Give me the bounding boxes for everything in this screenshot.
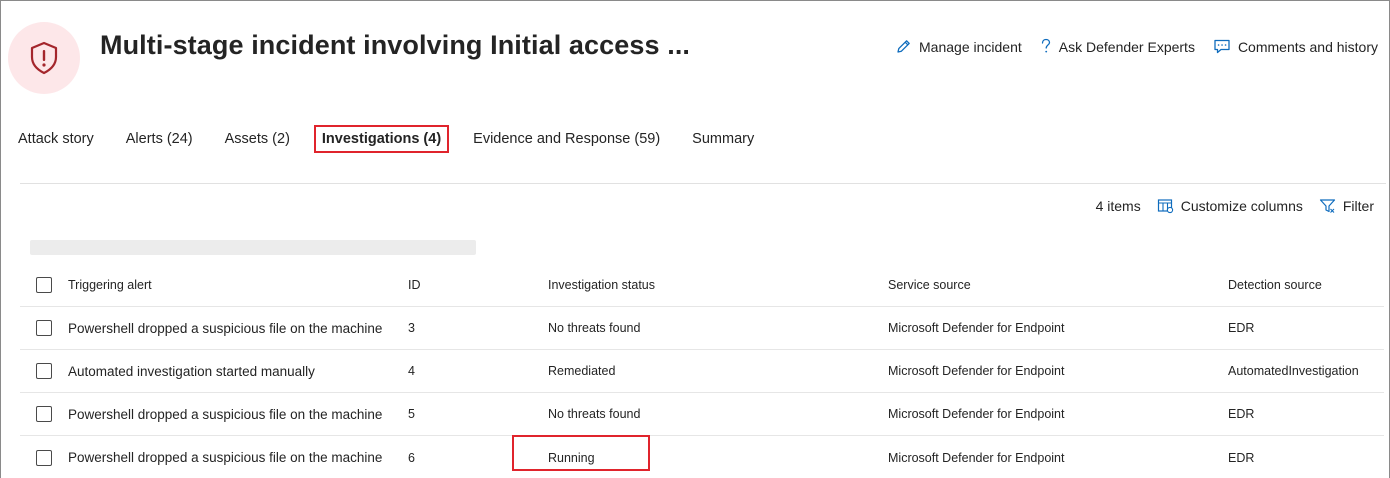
tabs-divider xyxy=(20,183,1386,184)
select-all-checkbox[interactable] xyxy=(36,277,52,293)
column-header-detection-source[interactable]: Detection source xyxy=(1228,264,1322,306)
row-select-cell xyxy=(36,350,52,392)
column-header-id[interactable]: ID xyxy=(408,264,421,306)
table-header-row: Triggering alert ID Investigation status… xyxy=(20,264,1384,307)
investigation-status-cell: Remediated xyxy=(548,364,616,378)
investigation-status-cell: No threats found xyxy=(548,407,641,421)
question-icon xyxy=(1041,38,1050,53)
running-status-highlight-box xyxy=(512,435,650,471)
ask-defender-experts-button[interactable]: Ask Defender Experts xyxy=(1040,38,1195,55)
ask-defender-experts-label: Ask Defender Experts xyxy=(1058,38,1195,55)
comments-and-history-button[interactable]: Comments and history xyxy=(1213,38,1378,55)
tab-label: Evidence and Response (59) xyxy=(473,131,661,147)
id-cell: 6 xyxy=(408,450,415,465)
tab-label: Assets (2) xyxy=(224,131,290,147)
table-toolbar: 4 items Customize columns Filter xyxy=(1096,198,1374,214)
tab-bar: Attack story Alerts (24) Assets (2) Inve… xyxy=(18,124,786,154)
header-actions: Manage incident Ask Defender Experts Com… xyxy=(895,38,1378,55)
tab-evidence-and-response[interactable]: Evidence and Response (59) xyxy=(473,124,660,154)
tab-highlight-box xyxy=(313,125,450,153)
customize-columns-button[interactable]: Customize columns xyxy=(1157,198,1303,214)
service-source-cell: Microsoft Defender for Endpoint xyxy=(888,364,1065,378)
row-checkbox[interactable] xyxy=(36,363,52,379)
tab-label: Alerts (24) xyxy=(125,131,193,147)
customize-columns-label: Customize columns xyxy=(1180,198,1303,214)
detection-source-cell: EDR xyxy=(1228,450,1255,465)
items-count: 4 items xyxy=(1095,198,1141,214)
triggering-alert-cell[interactable]: Powershell dropped a suspicious file on … xyxy=(68,307,382,349)
row-select-cell xyxy=(36,436,52,478)
tab-alerts[interactable]: Alerts (24) xyxy=(126,124,193,154)
row-checkbox[interactable] xyxy=(36,449,52,466)
page-title: Multi-stage incident involving Initial a… xyxy=(100,30,691,60)
service-source-cell: Microsoft Defender for Endpoint xyxy=(888,321,1065,335)
id-cell: 3 xyxy=(408,321,415,335)
row-select-cell xyxy=(36,307,52,349)
id-cell: 5 xyxy=(408,407,415,421)
comment-icon xyxy=(1214,39,1230,54)
service-source-cell: Microsoft Defender for Endpoint xyxy=(888,407,1065,421)
table-row[interactable]: Powershell dropped a suspicious file on … xyxy=(20,393,1384,436)
triggering-alert-cell[interactable]: Powershell dropped a suspicious file on … xyxy=(68,436,382,478)
tab-label: Attack story xyxy=(18,131,94,147)
id-cell: 4 xyxy=(408,364,415,378)
triggering-alert-cell[interactable]: Automated investigation started manually xyxy=(68,350,315,392)
tab-summary[interactable]: Summary xyxy=(692,124,754,154)
filter-label: Filter xyxy=(1342,198,1374,214)
column-header-investigation-status[interactable]: Investigation status xyxy=(548,264,655,306)
tab-assets[interactable]: Assets (2) xyxy=(225,124,290,154)
investigation-status-cell: No threats found xyxy=(548,321,641,335)
table-row[interactable]: Powershell dropped a suspicious file on … xyxy=(20,307,1384,350)
comments-and-history-label: Comments and history xyxy=(1237,38,1378,55)
service-source-cell: Microsoft Defender for Endpoint xyxy=(888,450,1065,465)
manage-incident-label: Manage incident xyxy=(919,38,1022,55)
table-row[interactable]: Automated investigation started manually… xyxy=(20,350,1384,393)
incident-icon-badge xyxy=(8,22,80,94)
tab-investigations[interactable]: Investigations (4) xyxy=(313,124,450,154)
filter-icon xyxy=(1319,199,1335,213)
detection-source-cell: AutomatedInvestigation xyxy=(1228,364,1359,378)
row-select-cell xyxy=(36,393,52,435)
pencil-icon xyxy=(897,40,910,53)
row-checkbox[interactable] xyxy=(36,320,52,336)
customize-columns-icon xyxy=(1157,199,1173,214)
tab-attack-story[interactable]: Attack story xyxy=(18,124,94,154)
select-all-cell xyxy=(36,264,52,306)
tab-label: Summary xyxy=(692,131,755,147)
row-checkbox[interactable] xyxy=(36,406,52,422)
loading-placeholder-bar xyxy=(30,240,476,255)
detection-source-cell: EDR xyxy=(1228,407,1255,421)
detection-source-cell: EDR xyxy=(1228,321,1255,335)
investigations-table: Triggering alert ID Investigation status… xyxy=(20,264,1384,478)
manage-incident-button[interactable]: Manage incident xyxy=(895,38,1022,55)
table-row[interactable]: Powershell dropped a suspicious file on … xyxy=(20,436,1384,478)
column-header-triggering-alert[interactable]: Triggering alert xyxy=(68,264,152,306)
filter-button[interactable]: Filter xyxy=(1319,198,1374,214)
column-header-service-source[interactable]: Service source xyxy=(888,264,971,306)
shield-alert-icon xyxy=(30,41,58,75)
triggering-alert-cell[interactable]: Powershell dropped a suspicious file on … xyxy=(68,393,382,435)
